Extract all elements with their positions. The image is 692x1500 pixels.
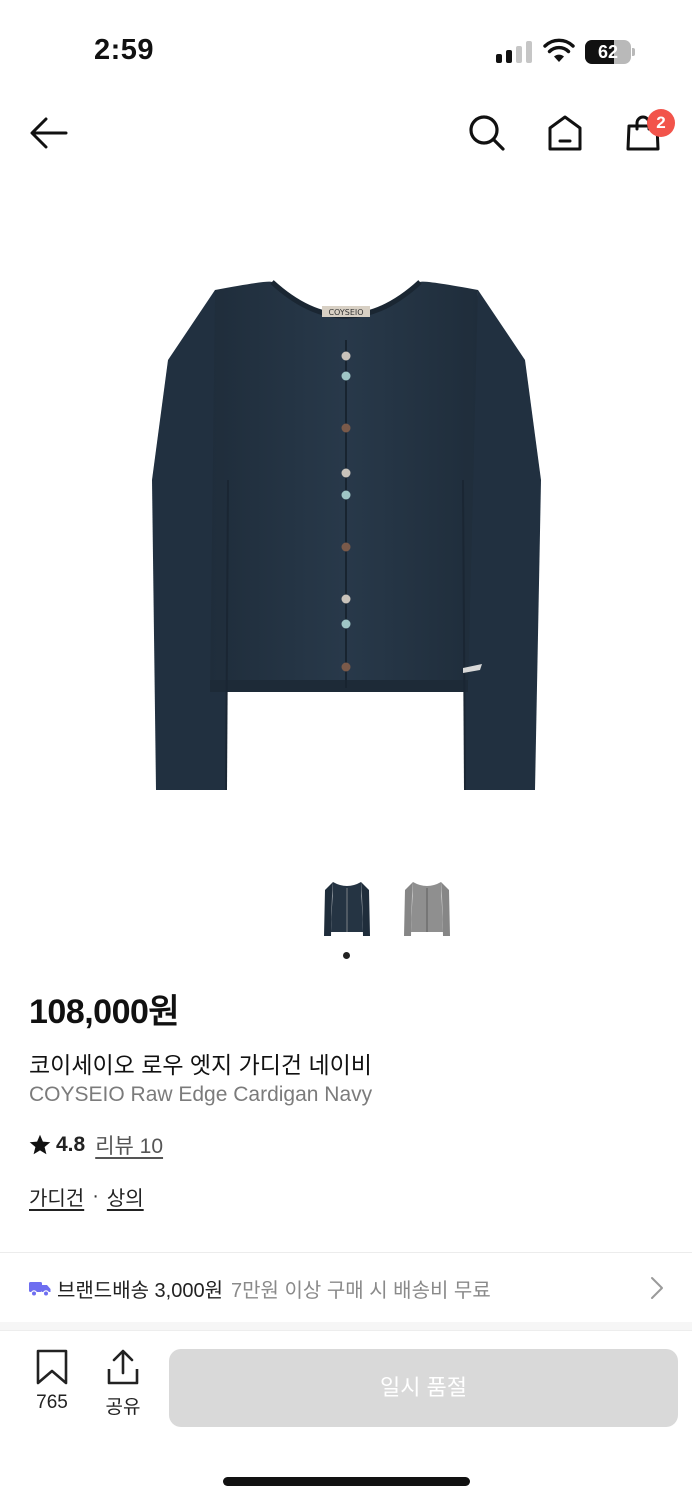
back-button[interactable]	[24, 108, 74, 158]
cellular-signal-icon	[496, 41, 532, 63]
star-icon	[29, 1134, 51, 1155]
category-link-cardigan[interactable]: 가디건	[29, 1182, 84, 1211]
truck-icon	[29, 1282, 51, 1297]
cart-count-badge: 2	[647, 109, 675, 137]
product-name-korean: 코이세이오 로우 엣지 가디건 네이비	[29, 1052, 372, 1078]
product-image[interactable]: COYSEIO	[0, 180, 692, 870]
home-button[interactable]	[540, 108, 590, 158]
home-icon	[548, 115, 582, 151]
share-icon	[107, 1349, 139, 1385]
bookmark-icon	[36, 1349, 68, 1385]
shipping-info-row[interactable]: 브랜드배송 3,000원 7만원 이상 구매 시 배송비 무료	[0, 1254, 692, 1322]
search-icon	[469, 115, 505, 151]
thumbnail-gray[interactable]	[401, 876, 453, 942]
category-link-tops[interactable]: 상의	[107, 1182, 144, 1211]
rating-value: 4.8	[56, 1133, 86, 1156]
bookmark-count: 765	[36, 1392, 68, 1413]
chevron-right-icon	[651, 1277, 663, 1299]
image-thumbnails	[0, 876, 692, 946]
share-button[interactable]: 공유	[93, 1349, 153, 1419]
status-bar: 2:59 62	[0, 0, 692, 100]
sold-out-button[interactable]: 일시 품절	[169, 1349, 678, 1427]
shipping-fee: 브랜드배송 3,000원	[57, 1279, 224, 1302]
arrow-left-icon	[30, 117, 68, 149]
search-button[interactable]	[462, 108, 512, 158]
review-link[interactable]: 리뷰 10	[95, 1130, 163, 1160]
battery-level: 62	[597, 42, 619, 62]
thumbnail-navy[interactable]	[321, 876, 373, 942]
wifi-icon	[543, 38, 575, 62]
home-indicator	[223, 1477, 470, 1486]
garment-label: COYSEIO	[328, 308, 363, 317]
product-name-english: COYSEIO Raw Edge Cardigan Navy	[29, 1083, 373, 1106]
battery-indicator: 62	[585, 40, 635, 64]
category-separator: ·	[92, 1185, 99, 1207]
shipping-free-note: 7만원 이상 구매 시 배송비 무료	[231, 1279, 491, 1302]
rating-row: 4.8 리뷰 10	[28, 1130, 163, 1160]
section-divider	[0, 1322, 692, 1330]
share-label: 공유	[105, 1397, 141, 1418]
category-breadcrumb: 가디건 · 상의	[29, 1182, 144, 1211]
bookmark-button[interactable]: 765	[22, 1349, 82, 1414]
product-price: 108,000원	[29, 993, 180, 1031]
bottom-action-bar: 765 공유 일시 품절	[0, 1330, 692, 1500]
divider	[0, 1252, 692, 1253]
gallery-page-indicator	[343, 952, 350, 959]
status-time: 2:59	[94, 34, 155, 66]
